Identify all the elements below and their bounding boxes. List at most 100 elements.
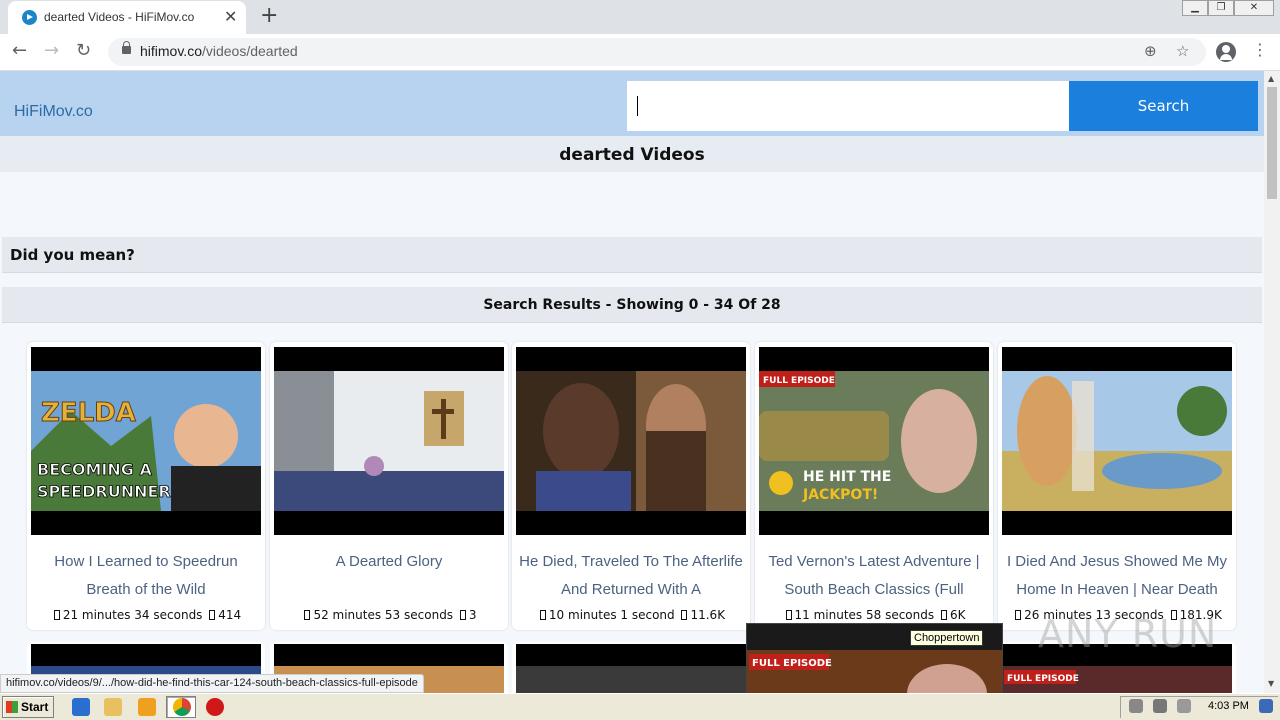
results-bar: Search Results - Showing 0 - 34 Of 28 [2, 287, 1262, 323]
browser-menu-icon[interactable]: ⋮ [1252, 40, 1268, 59]
video-thumbnail[interactable] [516, 347, 746, 535]
video-card[interactable]: A Dearted Glory 52 minutes 53 seconds 3 [270, 342, 508, 630]
video-card[interactable]: FULL EPISODE HE HIT THE JACKPOT! Ted Ver… [755, 342, 993, 630]
page-scrollbar[interactable]: ▲ ▼ [1264, 71, 1280, 693]
thumb-caption-2: JACKPOT! [802, 487, 878, 503]
thumbnail-image: FULL EPISODE HE HIT THE JACKPOT! [759, 371, 989, 511]
thumbnail-image [274, 371, 504, 511]
video-meta: 21 minutes 34 seconds 414 [27, 608, 265, 622]
profile-avatar-icon[interactable] [1216, 42, 1236, 62]
reload-icon[interactable]: ↻ [76, 40, 91, 61]
did-you-mean-bar: Did you mean? [2, 237, 1262, 273]
video-card[interactable]: ZELDA BECOMING A SPEEDRUNNER How I Learn… [27, 342, 265, 630]
video-views: 3 [468, 608, 477, 622]
show-desktop-icon[interactable] [1259, 699, 1273, 713]
address-bar[interactable]: hifimov.co/videos/dearted ⊕ ☆ [108, 38, 1206, 66]
watermark: ANY RUN [1038, 612, 1218, 656]
video-duration: 10 minutes 1 second [548, 608, 675, 622]
zelda-logo-text: ZELDA [41, 398, 136, 428]
opera-icon[interactable] [206, 698, 224, 716]
chrome-icon [173, 698, 191, 716]
video-duration: 52 minutes 53 seconds [313, 608, 454, 622]
network-icon[interactable] [1153, 699, 1167, 713]
search-button[interactable]: Search [1069, 81, 1258, 131]
page-title: dearted Videos [559, 145, 705, 165]
video-thumbnail[interactable] [516, 644, 746, 693]
page-viewport: HiFiMov.co Search dearted Videos Did you… [0, 71, 1264, 693]
video-card[interactable]: He Died, Traveled To The Afterlife And R… [512, 342, 750, 630]
clock-icon [1015, 610, 1022, 620]
windows-flag-icon [6, 701, 18, 713]
eye-icon [459, 610, 466, 620]
zoom-icon[interactable]: ⊕ [1144, 42, 1157, 60]
tooltip: Choppertown [910, 630, 984, 646]
did-you-mean-label: Did you mean? [10, 246, 135, 264]
start-label: Start [21, 700, 49, 714]
restore-window-button[interactable]: ❐ [1208, 0, 1234, 16]
volume-icon[interactable] [1129, 699, 1143, 713]
forward-arrow-icon[interactable]: → [44, 40, 59, 61]
thumbnail-image [516, 371, 746, 511]
tab-strip: dearted Videos - HiFiMov.co ✕ + ▁ ❐ ✕ [0, 0, 1280, 34]
bookmark-star-icon[interactable]: ☆ [1176, 42, 1189, 60]
url-host: hifimov.co [140, 43, 202, 59]
results-count: Search Results - Showing 0 - 34 Of 28 [483, 297, 781, 313]
video-title[interactable]: A Dearted Glory [270, 548, 508, 604]
start-button[interactable]: Start [2, 696, 54, 718]
thumb-caption-1: BECOMING A [37, 460, 152, 479]
flag-icon[interactable] [1177, 699, 1191, 713]
video-meta: 11 minutes 58 seconds 6K [755, 608, 993, 622]
video-card[interactable] [512, 642, 750, 693]
search-input[interactable] [627, 81, 1069, 131]
video-thumbnail[interactable]: ZELDA BECOMING A SPEEDRUNNER [31, 347, 261, 535]
video-views: 414 [218, 608, 242, 622]
site-logo[interactable]: HiFiMov.co [14, 103, 93, 121]
video-duration: 21 minutes 34 seconds [62, 608, 203, 622]
page-title-bar: dearted Videos [0, 136, 1264, 172]
browser-toolbar: ← → ↻ hifimov.co/videos/dearted ⊕ ☆ ⋮ [0, 34, 1280, 71]
video-views: 11.6K [690, 608, 726, 622]
video-thumbnail[interactable] [274, 347, 504, 535]
ie-icon[interactable] [72, 698, 90, 716]
video-title[interactable]: How I Learned to Speedrun Breath of the … [27, 548, 265, 604]
thumb-badge: FULL EPISODE [763, 376, 835, 386]
close-tab-icon[interactable]: ✕ [224, 7, 237, 26]
video-duration: 11 minutes 58 seconds [794, 608, 935, 622]
video-views: 6K [949, 608, 966, 622]
clock: 4:03 PM [1208, 700, 1249, 712]
video-title[interactable]: He Died, Traveled To The Afterlife And R… [512, 548, 750, 604]
video-title[interactable]: Ted Vernon's Latest Adventure | South Be… [755, 548, 993, 604]
clock-icon [785, 610, 792, 620]
new-tab-button[interactable]: + [260, 3, 278, 28]
scroll-thumb[interactable] [1267, 87, 1277, 199]
eye-icon [209, 610, 216, 620]
clock-icon [539, 610, 546, 620]
video-card[interactable]: I Died And Jesus Showed Me My Home In He… [998, 342, 1236, 630]
video-thumbnail[interactable] [1002, 347, 1232, 535]
minimize-window-button[interactable]: ▁ [1182, 0, 1208, 16]
lock-icon [122, 41, 131, 54]
close-window-button[interactable]: ✕ [1234, 0, 1274, 16]
back-arrow-icon[interactable]: ← [12, 40, 27, 61]
video-thumbnail[interactable]: FULL EPISODE HE HIT THE JACKPOT! [759, 347, 989, 535]
eye-icon [940, 610, 947, 620]
text-caret [637, 96, 638, 116]
url-path: /videos/dearted [201, 43, 298, 59]
thumbnail-image [1002, 371, 1232, 511]
video-title[interactable]: I Died And Jesus Showed Me My Home In He… [998, 548, 1236, 604]
folder-icon[interactable] [104, 698, 122, 716]
tab-title: dearted Videos - HiFiMov.co [44, 10, 195, 24]
thumb-caption-2: SPEEDRUNNER [37, 482, 171, 501]
chrome-taskbar-button[interactable] [166, 696, 196, 718]
thumb-badge: FULL EPISODE [1007, 674, 1079, 684]
browser-tab[interactable]: dearted Videos - HiFiMov.co ✕ [8, 1, 246, 34]
scroll-up-icon[interactable]: ▲ [1268, 74, 1274, 83]
scroll-down-icon[interactable]: ▼ [1268, 679, 1274, 688]
clock-icon [53, 610, 60, 620]
status-bar-url: hifimov.co/videos/9/.../how-did-he-find-… [0, 674, 424, 693]
media-player-icon[interactable] [138, 698, 156, 716]
taskbar: Start 4:03 PM [0, 693, 1280, 720]
video-meta: 52 minutes 53 seconds 3 [270, 608, 508, 622]
eye-icon [681, 610, 688, 620]
url-text[interactable]: hifimov.co/videos/dearted [140, 43, 298, 59]
